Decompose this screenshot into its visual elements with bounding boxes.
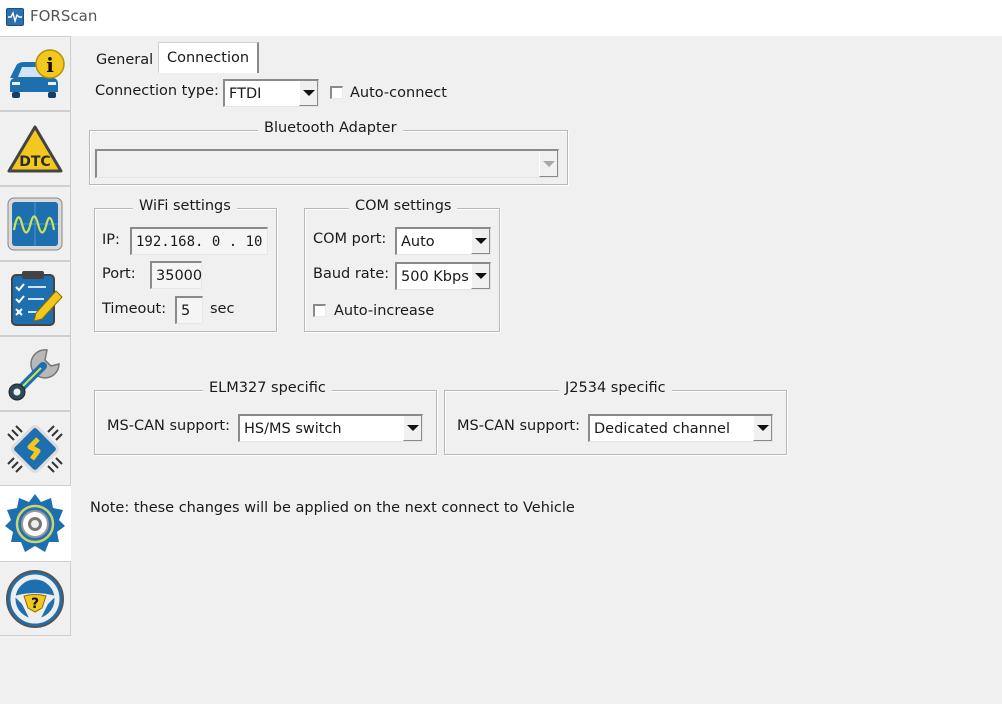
title-bar: FORScan	[0, 0, 1002, 36]
chevron-down-icon	[299, 81, 318, 106]
timeout-value: 5	[181, 302, 191, 319]
connection-type-value: FTDI	[229, 85, 262, 102]
connection-type-select[interactable]: FTDI	[223, 79, 319, 107]
elm327-mscan-label: MS-CAN support:	[107, 418, 231, 434]
svg-text:?: ?	[31, 596, 39, 612]
baud-rate-value: 500 Kbps	[401, 268, 469, 285]
dtc-warning-icon: DTC	[7, 125, 63, 172]
gear-icon	[5, 493, 65, 552]
ip-label: IP:	[102, 232, 120, 248]
port-value: 35000	[156, 267, 203, 284]
com-port-label: COM port:	[313, 231, 387, 247]
chip-icon	[7, 424, 63, 473]
port-label: Port:	[102, 266, 136, 282]
sidebar-item-configuration[interactable]	[0, 411, 71, 486]
chevron-down-icon	[471, 264, 490, 289]
bluetooth-adapter-title: Bluetooth Adapter	[258, 120, 403, 136]
car-info-icon: i	[10, 48, 65, 98]
sidebar-item-service[interactable]	[0, 336, 71, 411]
bluetooth-adapter-select[interactable]	[95, 149, 559, 178]
com-port-select[interactable]: Auto	[395, 227, 491, 255]
auto-increase-label: Auto-increase	[334, 303, 435, 319]
svg-text:i: i	[46, 53, 54, 77]
elm327-title: ELM327 specific	[203, 380, 332, 396]
j2534-title: J2534 specific	[559, 380, 672, 396]
checklist-icon	[11, 270, 63, 326]
wifi-settings-title: WiFi settings	[133, 198, 237, 214]
ip-address-input[interactable]: 192.168. 0 . 10	[130, 227, 268, 255]
sidebar-item-tests[interactable]	[0, 261, 71, 336]
oscilloscope-icon	[7, 197, 63, 250]
baud-rate-select[interactable]: 500 Kbps	[395, 262, 491, 290]
port-input[interactable]: 35000	[150, 261, 202, 289]
chevron-down-icon	[539, 151, 558, 177]
j2534-mscan-label: MS-CAN support:	[457, 418, 581, 434]
j2534-mscan-select[interactable]: Dedicated channel	[588, 414, 773, 442]
com-port-value: Auto	[401, 233, 435, 250]
sidebar: i DTC ?	[0, 36, 72, 637]
com-settings-title: COM settings	[349, 198, 458, 214]
tab-general-label: General	[96, 52, 154, 68]
sidebar-item-vehicle-info[interactable]: i	[0, 36, 71, 111]
tab-general[interactable]: General	[88, 48, 161, 72]
sidebar-item-settings[interactable]	[0, 486, 71, 561]
timeout-input[interactable]: 5	[175, 296, 203, 324]
auto-connect-label: Auto-connect	[350, 85, 447, 101]
tab-connection[interactable]: Connection	[158, 42, 260, 73]
chevron-down-icon	[403, 416, 422, 441]
connection-type-label: Connection type:	[95, 83, 219, 99]
ip-address-value: 192.168. 0 . 10	[136, 233, 263, 250]
chevron-down-icon	[471, 229, 490, 254]
steering-help-icon: ?	[6, 569, 64, 628]
wrench-icon	[8, 348, 60, 400]
j2534-mscan-value: Dedicated channel	[594, 420, 730, 437]
auto-connect-checkbox[interactable]	[330, 86, 343, 99]
auto-increase-checkbox[interactable]	[313, 304, 326, 317]
sidebar-item-help[interactable]: ?	[0, 561, 71, 636]
sidebar-item-dtc[interactable]: DTC	[0, 111, 71, 186]
timeout-label: Timeout:	[102, 301, 167, 317]
elm327-mscan-select[interactable]: HS/MS switch	[238, 414, 423, 442]
svg-text:DTC: DTC	[19, 154, 50, 170]
window-title: FORScan	[30, 7, 98, 25]
elm327-mscan-value: HS/MS switch	[244, 420, 342, 437]
sidebar-item-oscilloscope[interactable]	[0, 186, 71, 261]
apply-note: Note: these changes will be applied on t…	[90, 500, 575, 516]
timeout-unit-label: sec	[210, 301, 235, 317]
chevron-down-icon	[753, 416, 772, 441]
tab-connection-label: Connection	[167, 50, 250, 66]
pulse-icon	[6, 8, 24, 26]
baud-rate-label: Baud rate:	[313, 266, 390, 282]
